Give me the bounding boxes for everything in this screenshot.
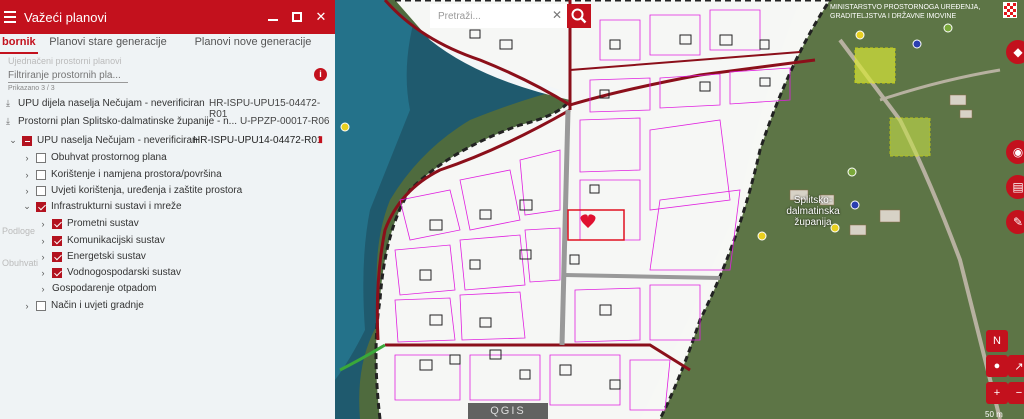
tool-button-3[interactable]: ✎ <box>1006 210 1024 234</box>
plan-name: UPU naselja Nečujam - neverificiran <box>37 135 198 146</box>
minimize-button[interactable] <box>263 7 283 27</box>
close-icon: ✕ <box>315 9 327 24</box>
search-input[interactable]: Pretraži... <box>430 4 568 28</box>
layer-label: Korištenje i namjena prostora/površina <box>51 169 222 180</box>
sublayer-row[interactable]: › Gospodarenje otpadom <box>38 280 157 297</box>
layer-label: Uvjeti korištenja, uređenja i zaštite pr… <box>51 185 243 196</box>
layer-checkbox[interactable] <box>36 300 46 311</box>
layer-row[interactable]: › Korištenje i namjena prostora/površina <box>22 166 222 183</box>
plan-code: U-PPZP-00017-R06 <box>240 116 330 127</box>
tab-new-generation[interactable]: Planovi nove generacije <box>178 34 328 54</box>
layers-icon: ◆ <box>1013 45 1023 59</box>
chevron-right-icon[interactable]: › <box>38 219 48 229</box>
chevron-right-icon[interactable]: › <box>38 284 48 294</box>
ministry-title: MINISTARSTVO PROSTORNOGA UREĐENJA, GRADI… <box>830 4 981 20</box>
layer-label: Komunikacijski sustav <box>67 235 165 246</box>
chevron-right-icon[interactable]: › <box>38 268 48 278</box>
filter-row: Prikazano 3 / 3 i <box>0 64 335 94</box>
search-icon <box>571 8 587 24</box>
layer-checkbox[interactable] <box>52 235 62 246</box>
layer-label: Infrastrukturni sustavi i mreže <box>51 201 182 212</box>
scale-bar: 50 m <box>985 410 1003 419</box>
info-icon[interactable]: i <box>314 68 327 81</box>
plans-panel: Važeći planovi ✕ bornik Planovi stare ge… <box>0 0 335 419</box>
tool-button-2[interactable]: ▤ <box>1006 175 1024 199</box>
share-icon: ↗ <box>1014 360 1024 373</box>
layer-label: Način i uvjeti gradnje <box>51 300 144 311</box>
tool-button-1[interactable]: ◉ <box>1006 140 1024 164</box>
plan-name: Prostorni plan Splitsko-dalmatinske župa… <box>18 116 237 127</box>
layer-checkbox[interactable] <box>36 201 46 212</box>
plan-row[interactable]: ⤓ Prostorni plan Splitsko-dalmatinske žu… <box>2 113 237 130</box>
clear-icon[interactable]: ✕ <box>552 8 562 22</box>
ghost-label: Podloge <box>2 226 36 236</box>
zoom-in-button[interactable]: + <box>986 382 1008 404</box>
menu-icon[interactable] <box>4 8 22 26</box>
filter-count: Prikazano 3 / 3 <box>8 85 55 92</box>
layer-label: Gospodarenje otpadom <box>52 283 157 294</box>
layer-row[interactable]: › Način i uvjeti gradnje <box>22 297 144 314</box>
panel-title: Važeći planovi <box>24 9 107 25</box>
sublayer-row[interactable]: › Energetski sustav <box>38 248 146 265</box>
panel-tabs: bornik Planovi stare generacije Planovi … <box>0 34 335 54</box>
maximize-button[interactable] <box>287 7 307 27</box>
plan-row-expanded[interactable]: ⌄ UPU naselja Nečujam - neverificiran <box>8 132 198 149</box>
chevron-right-icon[interactable]: › <box>22 153 32 163</box>
filter-input[interactable] <box>8 69 128 83</box>
pdf-icon[interactable]: ▮ <box>318 134 323 145</box>
zoom-out-button[interactable]: − <box>1008 382 1024 404</box>
share-button[interactable]: ↗ <box>1008 355 1024 377</box>
place-label: Splitsko-dalmatinska županija <box>786 195 840 228</box>
download-icon[interactable]: ⤓ <box>2 116 14 127</box>
chevron-right-icon[interactable]: › <box>38 252 48 262</box>
layer-checkbox[interactable] <box>36 169 46 180</box>
compass-icon: N <box>993 335 1001 347</box>
chevron-down-icon[interactable]: ⌄ <box>22 201 32 212</box>
compass-button[interactable]: N <box>986 330 1008 352</box>
tab-zbornik[interactable]: bornik <box>0 34 38 54</box>
minimize-icon <box>268 19 278 21</box>
ghost-label: Obuhvati <box>2 258 39 268</box>
plan-checkbox[interactable] <box>22 135 32 146</box>
chevron-right-icon[interactable]: › <box>22 170 32 180</box>
chevron-right-icon[interactable]: › <box>22 186 32 196</box>
layer-checkbox[interactable] <box>52 267 62 278</box>
download-icon[interactable]: ⤓ <box>2 98 14 109</box>
chevron-right-icon[interactable]: › <box>22 301 32 311</box>
sublayer-row[interactable]: › Prometni sustav <box>38 215 139 232</box>
sublayer-row[interactable]: › Vodnogospodarski sustav <box>38 264 181 281</box>
coat-of-arms-icon <box>1003 2 1017 18</box>
layer-row-expanded[interactable]: ⌄ Infrastrukturni sustavi i mreže <box>22 198 182 215</box>
plan-name: UPU dijela naselja Nečujam - neverificir… <box>18 98 205 109</box>
tool-icon: ◉ <box>1012 145 1024 159</box>
layer-label: Vodnogospodarski sustav <box>67 267 181 278</box>
layer-label: Obuhvat prostornog plana <box>51 152 167 163</box>
layer-checkbox[interactable] <box>52 218 62 229</box>
layer-checkbox[interactable] <box>52 251 62 262</box>
tab-old-generation[interactable]: Planovi stare generacije <box>38 34 178 54</box>
panel-header: Važeći planovi ✕ <box>0 0 335 34</box>
layer-checkbox[interactable] <box>36 185 46 196</box>
layers-button[interactable]: ◆ <box>1006 40 1024 64</box>
location-button[interactable]: ● <box>986 355 1008 377</box>
plan-row[interactable]: ⤓ UPU dijela naselja Nečujam - neverific… <box>2 95 205 112</box>
layer-checkbox[interactable] <box>36 152 46 163</box>
sublayer-row[interactable]: › Komunikacijski sustav <box>38 232 165 249</box>
layer-label: Prometni sustav <box>67 218 139 229</box>
maximize-icon <box>292 12 302 22</box>
layer-label: Energetski sustav <box>67 251 146 262</box>
plan-code: HR-ISPU-UPU14-04472-R01 <box>193 135 323 146</box>
search-button[interactable] <box>567 4 591 28</box>
chevron-down-icon[interactable]: ⌄ <box>8 135 18 146</box>
close-button[interactable]: ✕ <box>311 7 331 27</box>
location-icon: ● <box>993 360 1001 372</box>
chevron-right-icon[interactable]: › <box>38 236 48 246</box>
layer-row[interactable]: › Uvjeti korištenja, uređenja i zaštite … <box>22 182 243 199</box>
ruler-icon: ▤ <box>1012 180 1024 194</box>
draw-icon: ✎ <box>1012 215 1024 229</box>
layer-row[interactable]: › Obuhvat prostornog plana <box>22 149 167 166</box>
qgis-watermark: QGIS <box>468 403 548 419</box>
